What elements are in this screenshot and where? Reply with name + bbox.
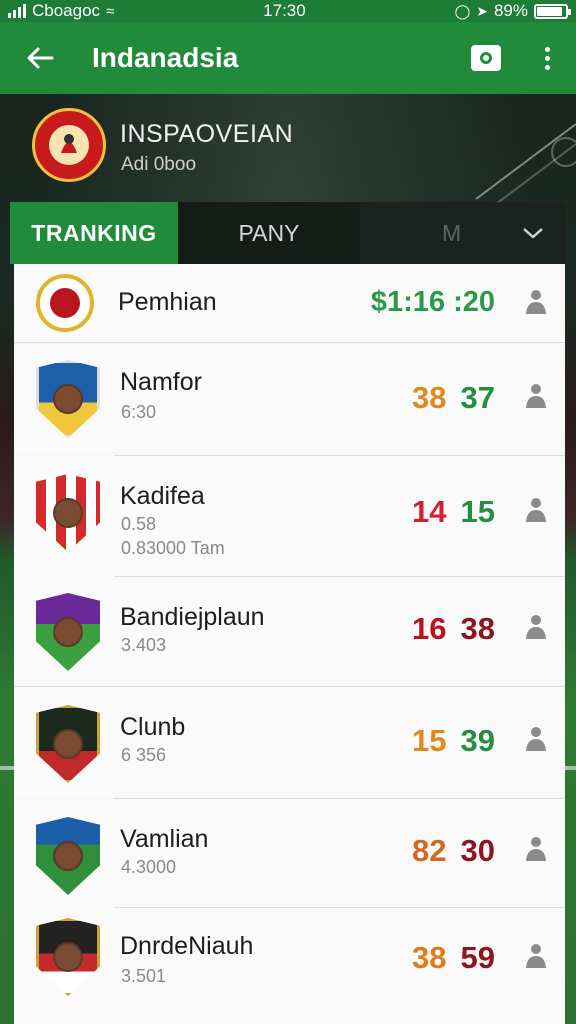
score-a: 38 [412,380,447,415]
user-icon[interactable] [523,725,549,753]
battery-icon [534,3,571,19]
club-sub-secondary: 0.83000 Tam [121,538,225,558]
user-icon[interactable] [523,382,549,410]
club-name: Clunb [120,713,186,741]
app-title: Indanadsia [92,42,239,73]
wifi-icon: ≈ [106,2,115,20]
list-item[interactable]: Kadifea 0.58 0.83000 Tam 14 15 [14,456,565,576]
club-sub: 3.501 [121,966,167,986]
tab-pany[interactable]: PANY [178,202,360,264]
ranking-list: Pemhian $1:16 :20 Namfor 6:30 38 37 Kadi… [14,264,565,1024]
list-item[interactable]: Namfor 6:30 38 37 [14,344,565,454]
club-name: Vamlian [120,825,209,853]
club-name: Bandiejplaun [120,603,265,631]
signal-icon [8,4,26,18]
club-sub: 6:30 [121,402,157,422]
location-icon: ➤ [476,2,488,19]
tab-m[interactable]: M [360,202,566,264]
pitch-graphic [475,123,576,204]
club-crest [36,918,100,996]
tab-ranking[interactable]: TRANKING [10,202,178,264]
score: 14 15 [412,494,495,530]
user-icon[interactable] [523,496,549,524]
score-a: 15 [412,723,447,758]
club-name: Kadifea [120,482,205,510]
user-icon[interactable] [523,613,549,641]
battery-percent: 89% [493,1,528,20]
score-a: 38 [412,940,447,975]
score-b: 15 [460,494,495,529]
status-bar: Cboagoc ≈ 17:30 ◯ ➤ 89% [0,0,576,22]
club-crest [36,274,94,332]
list-item[interactable]: Vamlian 4.3000 82 30 [14,799,565,907]
back-arrow-icon[interactable] [20,38,60,78]
club-crest [36,360,100,438]
score-b: 38 [460,611,495,646]
club-crest [36,474,100,552]
club-crest [36,593,100,671]
score-a: 16 [412,611,447,646]
score: 38 59 [412,940,495,976]
score-b: 30 [460,833,495,868]
chevron-down-icon[interactable] [522,226,544,240]
list-item[interactable]: Clunb 6 356 15 39 [14,687,565,797]
team-name: INSPAOVEIAN [120,120,294,148]
app-bar: Indanadsia [0,22,576,94]
score-a: 82 [412,833,447,868]
score-b: 39 [460,723,495,758]
score-b: 37 [460,380,495,415]
user-icon[interactable] [523,288,549,316]
score: 82 30 [412,833,495,869]
club-name: Pemhian [118,288,217,316]
user-icon[interactable] [523,942,549,970]
team-crest [32,108,106,182]
club-sub: 4.3000 [121,857,177,877]
club-sub: 3.403 [121,635,167,655]
club-sub: 0.58 [121,514,157,534]
list-item[interactable]: Bandiejplaun 3.403 16 38 [14,577,565,685]
score: 16 38 [412,611,495,647]
score: 38 37 [412,380,495,416]
list-item[interactable]: DnrdeNiauh 3.501 38 59 [14,908,565,1024]
camera-icon[interactable] [471,45,501,71]
club-name: DnrdeNiauh [120,932,254,960]
tab-m-label: M [442,219,462,246]
more-vert-icon[interactable] [539,43,556,74]
status-time: 17:30 [263,1,306,20]
alarm-icon: ◯ [454,2,471,19]
list-item[interactable]: Pemhian $1:16 :20 [14,264,565,342]
club-name: Namfor [120,368,202,396]
user-icon[interactable] [523,835,549,863]
team-header: INSPAOVEIAN Adi 0boo [0,94,576,204]
team-subtitle: Adi 0boo [121,154,197,175]
tab-bar: TRANKING PANY M [10,202,566,264]
club-sub: 6 356 [121,745,167,765]
carrier-label: Cboagoc [32,1,101,20]
score: $1:16 :20 [370,286,495,318]
club-crest [36,705,100,783]
score-b: 59 [460,940,495,975]
score: 15 39 [412,723,495,759]
score-a: 14 [412,494,447,529]
club-crest [36,817,100,895]
